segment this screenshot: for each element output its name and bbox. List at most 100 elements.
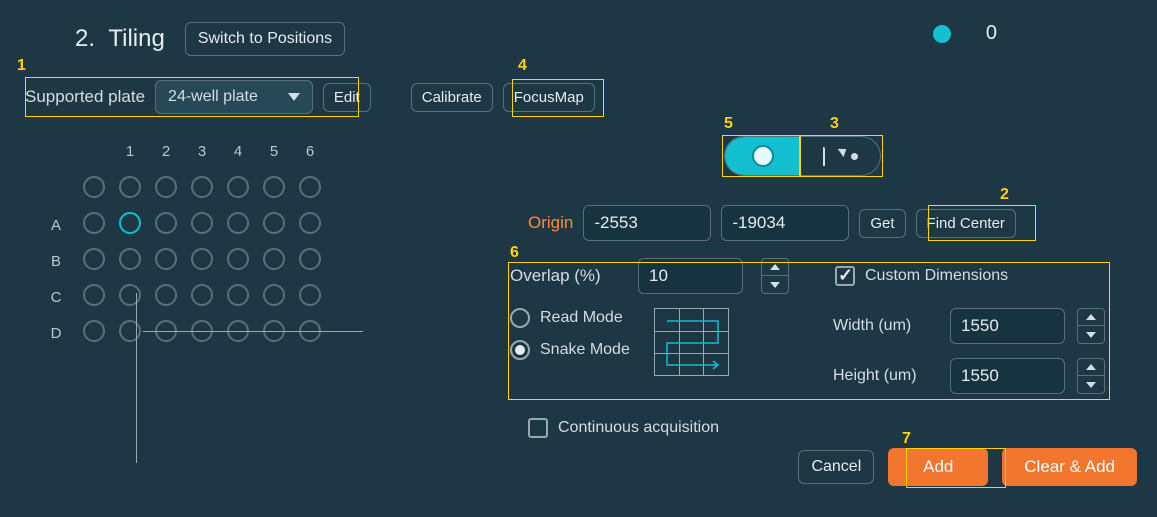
row-hdr-D: D <box>40 315 76 351</box>
well[interactable] <box>83 320 105 342</box>
well[interactable] <box>83 284 105 306</box>
well[interactable] <box>227 284 249 306</box>
switch-positions-button[interactable]: Switch to Positions <box>185 22 345 56</box>
height-label: Height (um) <box>833 367 938 385</box>
well[interactable] <box>227 176 249 198</box>
well-A1[interactable] <box>119 212 141 234</box>
caret-up-icon <box>1086 364 1096 370</box>
find-center-button[interactable]: Find Center <box>916 209 1016 238</box>
well[interactable] <box>119 320 141 342</box>
continuous-acq-checkbox[interactable]: Continuous acquisition <box>528 418 719 438</box>
chevron-down-icon <box>288 93 300 101</box>
row-hdr-C: C <box>40 279 76 315</box>
add-button[interactable]: Add <box>888 448 988 486</box>
overlap-label: Overlap (%) <box>510 266 620 286</box>
overlap-up[interactable] <box>761 258 789 276</box>
well[interactable] <box>263 284 285 306</box>
well[interactable] <box>263 176 285 198</box>
overlap-spinner[interactable] <box>761 258 789 294</box>
well[interactable] <box>191 212 213 234</box>
read-mode-radio[interactable]: Read Mode <box>510 308 630 328</box>
caret-up-icon <box>770 264 780 270</box>
caret-down-icon <box>1086 332 1096 338</box>
toggle-tiling-mode[interactable] <box>725 137 800 175</box>
annot-2: 2 <box>1000 186 1009 204</box>
status-dot <box>933 25 951 43</box>
plate-select[interactable]: 24-well plate <box>155 80 313 114</box>
width-spinner[interactable] <box>1077 308 1105 344</box>
position-count: 0 <box>986 22 997 45</box>
checkbox-icon <box>835 266 855 286</box>
clear-add-button[interactable]: Clear & Add <box>1002 448 1137 486</box>
annot-7: 7 <box>902 430 911 448</box>
caret-down-icon <box>770 282 780 288</box>
well[interactable] <box>83 212 105 234</box>
well[interactable] <box>263 212 285 234</box>
height-up[interactable] <box>1077 358 1105 376</box>
origin-x-input[interactable] <box>583 205 711 241</box>
well[interactable] <box>227 248 249 270</box>
col-hdr-5: 5 <box>256 135 292 171</box>
height-down[interactable] <box>1077 376 1105 394</box>
well[interactable] <box>155 284 177 306</box>
custom-dimensions-checkbox[interactable]: Custom Dimensions <box>835 266 1008 286</box>
dot-icon <box>851 153 858 160</box>
row-hdr-B: B <box>40 243 76 279</box>
toggle-goto-mode[interactable] <box>800 137 880 175</box>
width-input[interactable] <box>950 308 1065 344</box>
col-hdr-3: 3 <box>184 135 220 171</box>
radio-icon <box>510 340 530 360</box>
well[interactable] <box>299 284 321 306</box>
checkbox-icon <box>528 418 548 438</box>
annot-4: 4 <box>518 57 527 75</box>
col-hdr-1: 1 <box>112 135 148 171</box>
read-mode-label: Read Mode <box>540 309 623 327</box>
well[interactable] <box>191 176 213 198</box>
width-down[interactable] <box>1077 326 1105 344</box>
snake-mode-radio[interactable]: Snake Mode <box>510 340 630 360</box>
continuous-acq-label: Continuous acquisition <box>558 419 719 437</box>
well[interactable] <box>83 248 105 270</box>
circle-icon <box>752 145 774 167</box>
caret-up-icon <box>1086 314 1096 320</box>
well[interactable] <box>299 176 321 198</box>
well[interactable] <box>191 284 213 306</box>
well[interactable] <box>119 284 141 306</box>
overlap-input[interactable] <box>638 258 743 294</box>
well[interactable] <box>155 176 177 198</box>
tile-path-diagram <box>654 308 729 376</box>
well[interactable] <box>119 176 141 198</box>
col-hdr-6: 6 <box>292 135 328 171</box>
well[interactable] <box>155 248 177 270</box>
annot-5: 5 <box>724 115 733 133</box>
snake-mode-label: Snake Mode <box>540 341 630 359</box>
overlap-down[interactable] <box>761 276 789 294</box>
well[interactable] <box>119 248 141 270</box>
well[interactable] <box>83 176 105 198</box>
well[interactable] <box>299 212 321 234</box>
focusmap-button[interactable]: FocusMap <box>503 83 595 112</box>
well[interactable] <box>191 248 213 270</box>
width-label: Width (um) <box>833 317 938 335</box>
page-title: 2. Tiling <box>75 25 165 53</box>
well[interactable] <box>227 212 249 234</box>
plate-select-value: 24-well plate <box>168 88 258 106</box>
caret-down-icon <box>1086 382 1096 388</box>
well[interactable] <box>263 248 285 270</box>
custom-dimensions-label: Custom Dimensions <box>865 267 1008 285</box>
calibrate-button[interactable]: Calibrate <box>411 83 493 112</box>
col-hdr-4: 4 <box>220 135 256 171</box>
height-spinner[interactable] <box>1077 358 1105 394</box>
edit-button[interactable]: Edit <box>323 83 371 112</box>
radio-icon <box>510 308 530 328</box>
well[interactable] <box>155 212 177 234</box>
width-up[interactable] <box>1077 308 1105 326</box>
height-input[interactable] <box>950 358 1065 394</box>
well[interactable] <box>299 248 321 270</box>
annot-1: 1 <box>17 57 26 75</box>
cancel-button[interactable]: Cancel <box>798 450 874 484</box>
origin-y-input[interactable] <box>721 205 849 241</box>
arrow-icon <box>823 149 845 163</box>
annot-3: 3 <box>830 115 839 133</box>
get-origin-button[interactable]: Get <box>859 209 905 238</box>
